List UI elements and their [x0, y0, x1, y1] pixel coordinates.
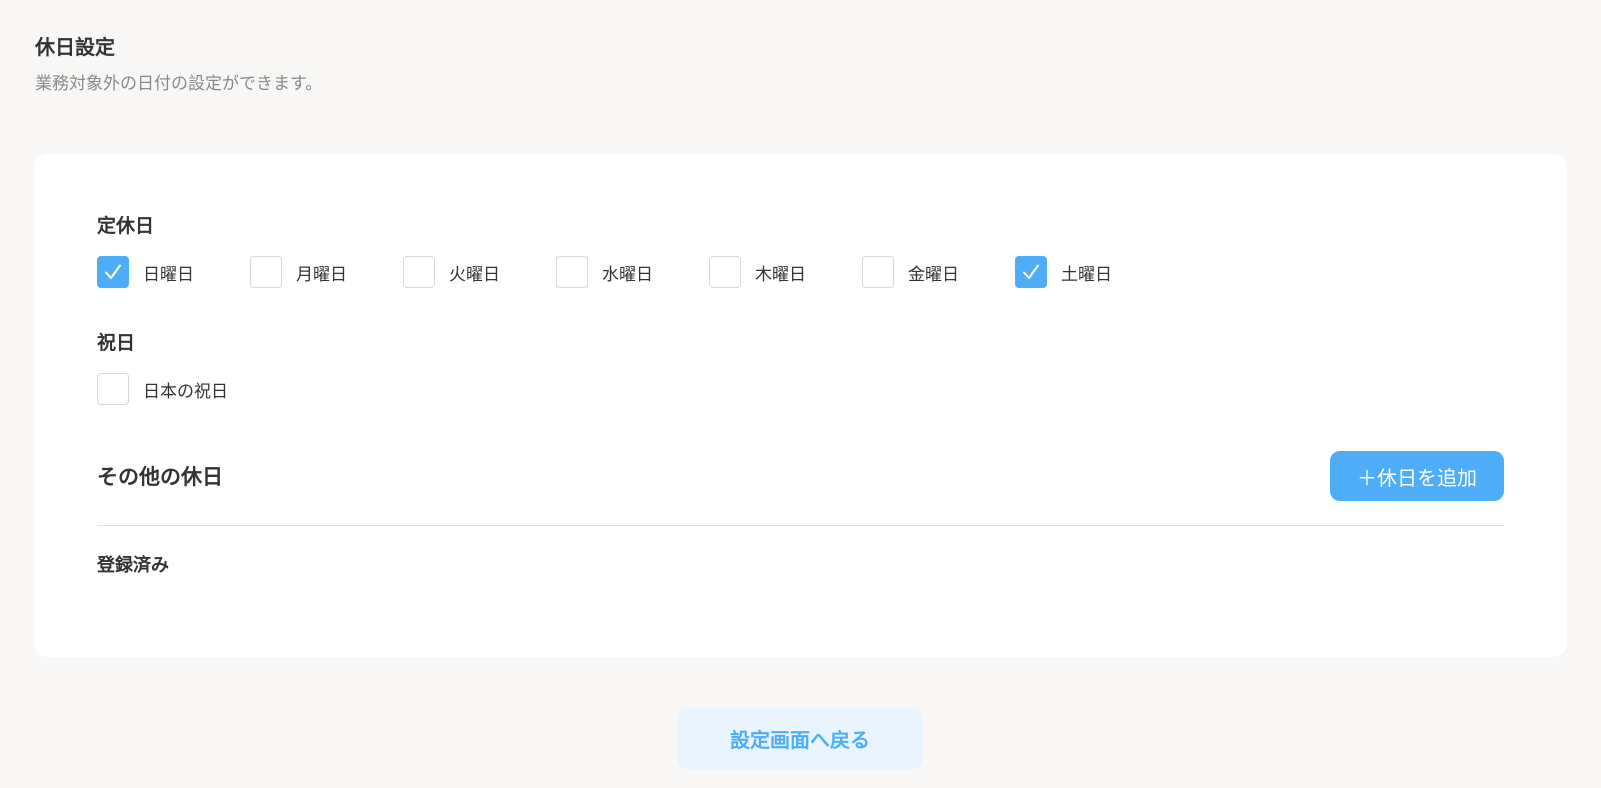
page-subtitle: 業務対象外の日付の設定ができます。	[35, 74, 323, 94]
checkbox-saturday[interactable]: 土曜日	[1015, 256, 1168, 288]
checkbox-japan-holidays[interactable]: 日本の祝日	[97, 373, 250, 405]
checkbox-friday-label: 金曜日	[908, 264, 959, 285]
checkbox-wednesday-box[interactable]	[556, 256, 588, 288]
regular-holidays-label: 定休日	[97, 215, 155, 237]
regular-holidays-row: 日曜日 月曜日 火曜日 水曜日 木曜日 金曜日 土曜日	[97, 256, 1168, 288]
add-holiday-button[interactable]: ＋休日を追加	[1330, 451, 1504, 501]
checkbox-sunday-box[interactable]	[97, 256, 129, 288]
holiday-settings-card: 定休日 日曜日 月曜日 火曜日 水曜日 木曜日 金曜日 土曜日 祝日 日本の祝日…	[34, 154, 1567, 657]
check-icon	[1023, 264, 1039, 279]
checkbox-thursday-label: 木曜日	[755, 264, 806, 285]
checkbox-friday[interactable]: 金曜日	[862, 256, 1015, 288]
public-holidays-row: 日本の祝日	[97, 373, 250, 405]
checkbox-tuesday-label: 火曜日	[449, 264, 500, 285]
checkbox-saturday-box[interactable]	[1015, 256, 1047, 288]
back-to-settings-button[interactable]: 設定画面へ戻る	[677, 708, 923, 769]
check-icon	[105, 264, 121, 279]
checkbox-japan-holidays-label: 日本の祝日	[143, 381, 228, 402]
section-divider	[97, 525, 1504, 526]
other-holidays-header: その他の休日 ＋休日を追加	[97, 448, 1504, 504]
checkbox-japan-holidays-box[interactable]	[97, 373, 129, 405]
checkbox-wednesday[interactable]: 水曜日	[556, 256, 709, 288]
checkbox-tuesday-box[interactable]	[403, 256, 435, 288]
checkbox-sunday[interactable]: 日曜日	[97, 256, 250, 288]
page-header: 休日設定 業務対象外の日付の設定ができます。	[35, 32, 322, 96]
checkbox-friday-box[interactable]	[862, 256, 894, 288]
checkbox-tuesday[interactable]: 火曜日	[403, 256, 556, 288]
checkbox-sunday-label: 日曜日	[143, 264, 194, 285]
checkbox-saturday-label: 土曜日	[1061, 264, 1112, 285]
other-holidays-title: その他の休日	[97, 465, 223, 489]
page-title: 休日設定	[35, 35, 115, 59]
checkbox-monday-box[interactable]	[250, 256, 282, 288]
public-holidays-label: 祝日	[97, 332, 136, 354]
registered-label: 登録済み	[97, 555, 169, 576]
checkbox-monday[interactable]: 月曜日	[250, 256, 403, 288]
checkbox-monday-label: 月曜日	[296, 264, 347, 285]
checkbox-thursday-box[interactable]	[709, 256, 741, 288]
checkbox-wednesday-label: 水曜日	[602, 264, 653, 285]
checkbox-thursday[interactable]: 木曜日	[709, 256, 862, 288]
